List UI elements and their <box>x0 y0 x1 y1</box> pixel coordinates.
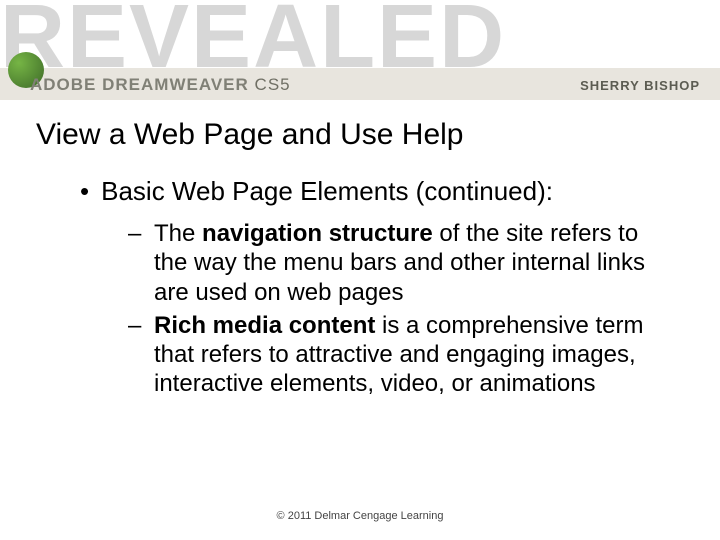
list-item: – Rich media content is a comprehensive … <box>128 311 684 399</box>
banner: REVEALED ADOBE DREAMWEAVER CS5 SHERRY BI… <box>0 0 720 100</box>
item2-bold: Rich media content <box>154 312 375 339</box>
slide-title: View a Web Page and Use Help <box>36 118 684 152</box>
dash-icon: – <box>128 220 144 248</box>
level2-text-2: Rich media content is a comprehensive te… <box>154 311 674 399</box>
bullet-level1: • Basic Web Page Elements (continued): <box>80 176 684 207</box>
level2-text-1: The navigation structure of the site ref… <box>154 219 674 307</box>
bullet-level2-list: – The navigation structure of the site r… <box>128 219 684 399</box>
level1-text: Basic Web Page Elements (continued): <box>101 176 553 207</box>
footer-copyright: © 2011 Delmar Cengage Learning <box>0 510 720 522</box>
product-title: ADOBE DREAMWEAVER CS5 <box>30 75 291 95</box>
item1-bold: navigation structure <box>202 220 433 247</box>
dash-icon: – <box>128 312 144 340</box>
author-name: SHERRY BISHOP <box>580 78 700 93</box>
product-prefix: ADOBE DREAMWEAVER <box>30 75 249 94</box>
slide-content: View a Web Page and Use Help • Basic Web… <box>0 100 720 399</box>
item1-pre: The <box>154 220 202 247</box>
product-suffix: CS5 <box>255 75 291 94</box>
bullet-dot-icon: • <box>80 178 89 204</box>
list-item: – The navigation structure of the site r… <box>128 219 684 307</box>
